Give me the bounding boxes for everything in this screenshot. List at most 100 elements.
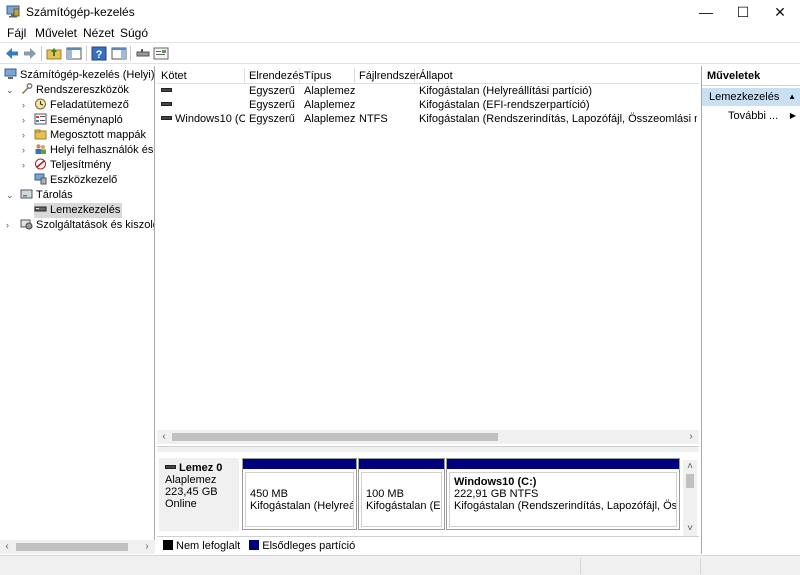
menu-file[interactable]: Fájl bbox=[7, 26, 26, 40]
tree-item-storage[interactable]: Tárolás bbox=[20, 188, 73, 203]
tree-item-disk-management[interactable]: Lemezkezelés bbox=[34, 203, 123, 218]
scrollbar-thumb[interactable] bbox=[172, 433, 498, 441]
tree-item-label: Megosztott mappák bbox=[50, 129, 146, 141]
volume-row[interactable]: Windows10 (C:) Egyszerű Alaplemez NTFS K… bbox=[157, 112, 699, 126]
scroll-left-arrow-icon[interactable]: ‹ bbox=[157, 430, 171, 444]
expand-arrow-icon[interactable]: › bbox=[22, 128, 25, 143]
more-actions-item[interactable]: További ... ▶ bbox=[702, 108, 800, 124]
back-arrow-icon[interactable] bbox=[4, 46, 20, 61]
tree-item-services[interactable]: Szolgáltatások és kiszolgáló bbox=[20, 218, 154, 233]
tree-item-local-users[interactable]: Helyi felhasználók és cs bbox=[34, 143, 154, 158]
services-icon bbox=[20, 219, 33, 230]
expand-arrow-icon[interactable]: › bbox=[6, 218, 9, 233]
disk-name: Lemez 0 bbox=[179, 462, 223, 474]
column-header-filesystem[interactable]: Fájlrendszer bbox=[355, 68, 420, 84]
collapse-arrow-icon[interactable]: ⌄ bbox=[6, 83, 14, 98]
partition-status: Kifogástalan (Rendszerindítás, Lapozófáj… bbox=[454, 500, 677, 512]
scroll-left-arrow-icon[interactable]: ‹ bbox=[0, 540, 14, 554]
computer-management-icon bbox=[4, 68, 17, 79]
collapse-arrow-icon[interactable]: ⌄ bbox=[6, 188, 14, 203]
disk-icon bbox=[165, 465, 176, 469]
volume-type: Alaplemez bbox=[304, 99, 355, 111]
event-viewer-icon bbox=[34, 113, 47, 125]
forward-arrow-icon[interactable] bbox=[22, 46, 38, 61]
menu-action[interactable]: Művelet bbox=[35, 26, 77, 40]
partition-title bbox=[250, 476, 349, 488]
tree-item-event-viewer[interactable]: Eseménynapló bbox=[34, 113, 123, 128]
tree-item-label: Eszközkezelő bbox=[50, 174, 118, 186]
clock-icon bbox=[35, 98, 46, 110]
scroll-down-arrow-icon[interactable]: ˅ bbox=[683, 522, 697, 536]
partition-size: 450 MB bbox=[250, 488, 288, 500]
tree-item-label: Rendszereszközök bbox=[36, 84, 129, 96]
tree-item-performance[interactable]: Teljesítmény bbox=[34, 158, 111, 173]
partition-recovery[interactable]: 450 MB Kifogástalan (Helyreállít bbox=[242, 458, 357, 530]
column-header-status[interactable]: Állapot bbox=[415, 68, 699, 84]
primary-swatch bbox=[249, 540, 260, 550]
status-bar bbox=[0, 555, 800, 575]
menu-view[interactable]: Nézet bbox=[83, 26, 114, 40]
partition-windows[interactable]: Windows10 (C:) 222,91 GB NTFS Kifogástal… bbox=[446, 458, 680, 530]
tree-horizontal-scrollbar[interactable]: ‹ › bbox=[0, 540, 155, 554]
menu-help[interactable]: Súgó bbox=[120, 26, 148, 40]
volume-name-cell: Windows10 (C:) bbox=[161, 112, 245, 126]
volume-layout: Egyszerű bbox=[249, 85, 295, 97]
status-divider bbox=[700, 558, 701, 574]
drive-icon bbox=[161, 116, 172, 120]
show-hide-tree-icon[interactable] bbox=[66, 46, 82, 61]
expand-arrow-icon[interactable]: › bbox=[22, 98, 25, 113]
tree-item-label: Helyi felhasználók és cs bbox=[50, 144, 154, 156]
close-button[interactable]: ✕ bbox=[760, 0, 800, 24]
tree-item-label: Eseménynapló bbox=[50, 114, 123, 126]
properties-icon[interactable] bbox=[153, 46, 169, 61]
volume-list-header: Kötet Elrendezés Típus Fájlrendszer Álla… bbox=[157, 68, 699, 84]
partition-efi[interactable]: 100 MB Kifogástalan (EFI- bbox=[358, 458, 445, 530]
scroll-right-arrow-icon[interactable]: › bbox=[140, 540, 154, 554]
help-icon[interactable]: ? bbox=[91, 46, 107, 61]
volume-list-horizontal-scrollbar[interactable]: ‹ › bbox=[157, 430, 699, 444]
partition-details: 450 MB Kifogástalan (Helyreállít bbox=[245, 472, 354, 527]
column-header-volume[interactable]: Kötet bbox=[157, 68, 245, 84]
expand-arrow-icon[interactable]: › bbox=[22, 143, 25, 158]
disk-graphical-view: Lemez 0 Alaplemez 223,45 GB Online 450 M… bbox=[157, 452, 699, 534]
tree-item-computer-management[interactable]: Számítógép-kezelés (Helyi) bbox=[4, 68, 154, 83]
connect-icon[interactable] bbox=[135, 46, 151, 61]
volume-row[interactable]: Egyszerű Alaplemez Kifogástalan (EFI-ren… bbox=[157, 98, 699, 112]
disk-vertical-scrollbar[interactable]: ˄ ˅ bbox=[683, 460, 697, 536]
scrollbar-thumb[interactable] bbox=[686, 474, 694, 488]
disk-size: 223,45 GB bbox=[165, 486, 218, 498]
drive-icon bbox=[161, 102, 172, 106]
legend-bar: Nem lefoglalt Elsődleges partíció bbox=[157, 536, 699, 554]
tree-item-task-scheduler[interactable]: Feladatütemező bbox=[34, 98, 129, 113]
volume-layout: Egyszerű bbox=[249, 99, 295, 111]
minimize-button[interactable]: — bbox=[686, 0, 726, 24]
expand-arrow-icon[interactable]: › bbox=[22, 158, 25, 173]
maximize-button[interactable]: ☐ bbox=[723, 0, 763, 24]
volume-name-cell bbox=[161, 84, 245, 98]
volume-row[interactable]: Egyszerű Alaplemez Kifogástalan (Helyreá… bbox=[157, 84, 699, 98]
shared-folder-icon bbox=[34, 129, 47, 140]
tree-item-shared-folders[interactable]: Megosztott mappák bbox=[34, 128, 146, 143]
up-folder-icon[interactable] bbox=[46, 46, 62, 61]
column-header-type[interactable]: Típus bbox=[300, 68, 355, 84]
legend-primary: Elsődleges partíció bbox=[249, 540, 355, 552]
legend-label: Elsődleges partíció bbox=[262, 540, 356, 552]
expand-arrow-icon[interactable]: › bbox=[22, 113, 25, 128]
volume-status: Kifogástalan (Helyreállítási partíció) bbox=[419, 85, 593, 97]
scroll-right-arrow-icon[interactable]: › bbox=[684, 430, 698, 444]
volume-layout: Egyszerű bbox=[249, 113, 295, 125]
tree-item-label: Tárolás bbox=[36, 189, 73, 201]
disk-info[interactable]: Lemez 0 Alaplemez 223,45 GB Online bbox=[159, 458, 239, 531]
column-header-layout[interactable]: Elrendezés bbox=[245, 68, 304, 84]
menu-bar: Fájl Művelet Nézet Súgó bbox=[0, 24, 800, 42]
tree-item-device-manager[interactable]: Eszközkezelő bbox=[34, 173, 117, 188]
actions-section-disk-management[interactable]: Lemezkezelés ▲ bbox=[702, 88, 800, 106]
collapse-up-arrow-icon[interactable]: ▲ bbox=[788, 88, 796, 106]
primary-partition-band bbox=[243, 459, 356, 469]
scrollbar-thumb[interactable] bbox=[16, 543, 128, 551]
actions-section-label: Lemezkezelés bbox=[709, 91, 780, 103]
scroll-up-arrow-icon[interactable]: ˄ bbox=[683, 460, 697, 474]
tree-item-system-tools[interactable]: Rendszereszközök bbox=[20, 83, 129, 98]
show-hide-action-pane-icon[interactable] bbox=[111, 46, 127, 61]
volume-type: Alaplemez bbox=[304, 113, 355, 125]
